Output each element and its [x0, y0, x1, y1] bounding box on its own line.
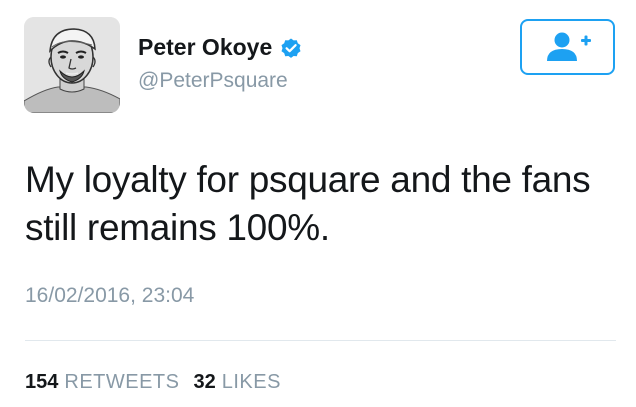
avatar[interactable]	[24, 17, 120, 113]
tweet-stats: 154 RETWEETS 32 LIKES	[25, 371, 295, 394]
likes-label: LIKES	[221, 371, 281, 393]
user-handle[interactable]: @PeterPsquare	[138, 69, 288, 93]
profile-photo-sketch	[24, 17, 120, 113]
verified-badge-icon	[279, 36, 303, 60]
retweets-label: RETWEETS	[64, 371, 180, 393]
likes-count: 32	[193, 371, 216, 393]
display-name[interactable]: Peter Okoye	[138, 34, 272, 61]
likes-stat[interactable]: 32 LIKES	[194, 371, 281, 394]
tweet-text: My loyalty for psquare and the fans stil…	[25, 159, 591, 248]
retweets-stat[interactable]: 154 RETWEETS	[25, 371, 180, 394]
follow-button[interactable]	[520, 19, 615, 75]
display-name-row[interactable]: Peter Okoye	[138, 34, 303, 61]
retweets-count: 154	[25, 371, 59, 393]
add-user-icon	[546, 32, 591, 61]
divider	[25, 340, 616, 341]
tweet-timestamp[interactable]: 16/02/2016, 23:04	[25, 284, 194, 308]
